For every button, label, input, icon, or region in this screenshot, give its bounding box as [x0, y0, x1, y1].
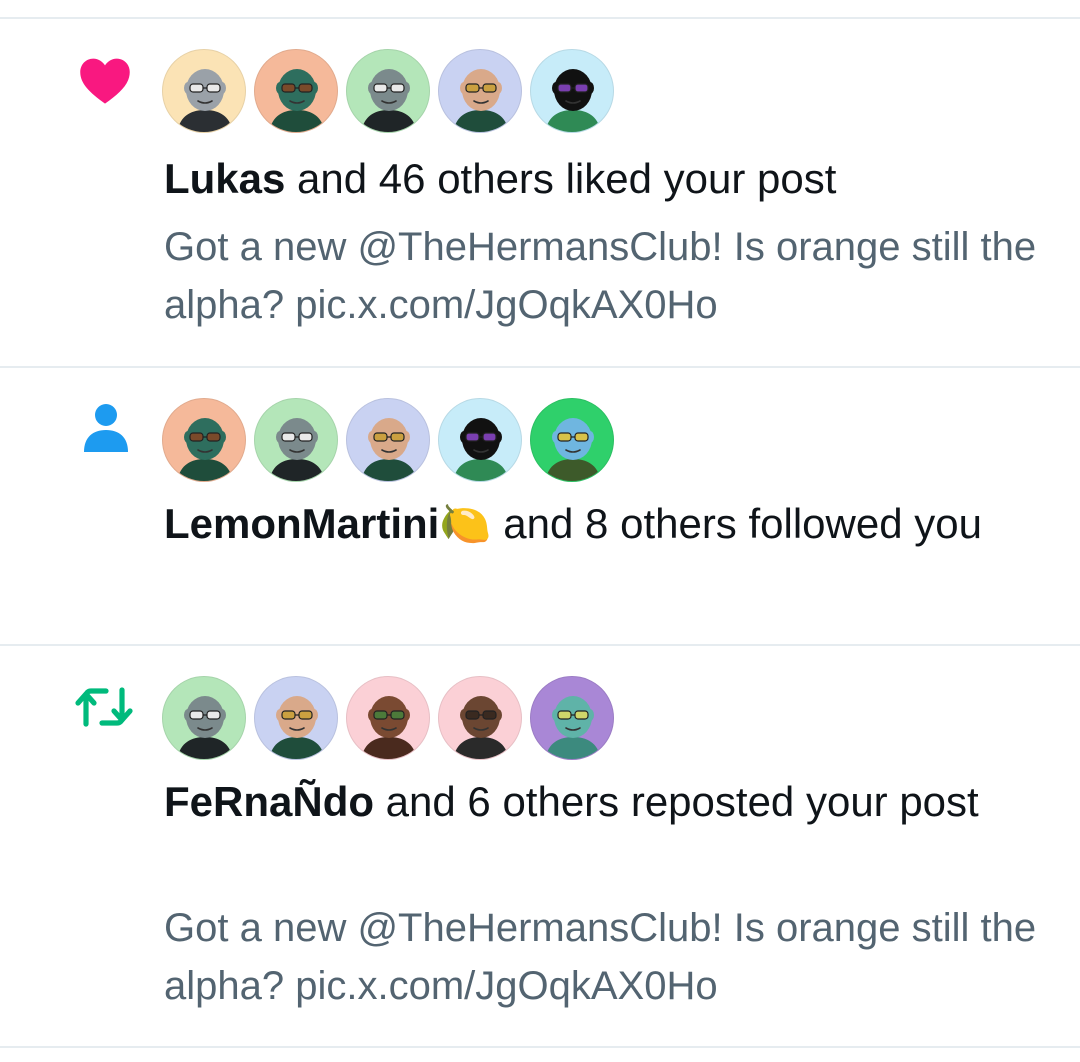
- avatar-stack: [162, 398, 614, 482]
- avatar[interactable]: [162, 49, 246, 133]
- repost-icon: [74, 684, 134, 735]
- action-text: and 8 others followed you: [491, 500, 982, 547]
- avatar[interactable]: [530, 676, 614, 760]
- notification-like[interactable]: Lukas and 46 others liked your post Got …: [0, 19, 1080, 365]
- post-preview[interactable]: Got a new @TheHermansClub! Is orange sti…: [164, 218, 1044, 334]
- action-text: and 46 others liked your post: [285, 155, 837, 202]
- avatar[interactable]: [162, 398, 246, 482]
- avatar[interactable]: [530, 398, 614, 482]
- notification-text: Lukas and 46 others liked your post: [164, 150, 1024, 208]
- actor-name[interactable]: LemonMartini🍋: [164, 500, 492, 547]
- actor-name[interactable]: Lukas: [164, 155, 285, 202]
- avatar[interactable]: [254, 398, 338, 482]
- person-icon: [82, 402, 130, 459]
- action-text: and 6 others reposted your post: [374, 778, 979, 825]
- avatar[interactable]: [254, 49, 338, 133]
- notification-follow[interactable]: LemonMartini🍋 and 8 others followed you: [0, 368, 1080, 643]
- avatar[interactable]: [438, 676, 522, 760]
- avatar[interactable]: [530, 49, 614, 133]
- avatar[interactable]: [254, 676, 338, 760]
- avatar[interactable]: [346, 49, 430, 133]
- actor-name[interactable]: FeRnaÑdo: [164, 778, 374, 825]
- avatar[interactable]: [438, 49, 522, 133]
- divider: [0, 1046, 1080, 1048]
- avatar-stack: [162, 49, 614, 133]
- notification-repost[interactable]: FeRnaÑdo and 6 others reposted your post…: [0, 646, 1080, 1045]
- avatar[interactable]: [438, 398, 522, 482]
- avatar-stack: [162, 676, 614, 760]
- heart-icon: [78, 55, 132, 110]
- avatar[interactable]: [346, 676, 430, 760]
- notification-text: LemonMartini🍋 and 8 others followed you: [164, 495, 1024, 553]
- notification-text: FeRnaÑdo and 6 others reposted your post: [164, 773, 1024, 831]
- avatar[interactable]: [346, 398, 430, 482]
- avatar[interactable]: [162, 676, 246, 760]
- post-preview[interactable]: Got a new @TheHermansClub! Is orange sti…: [164, 899, 1044, 1015]
